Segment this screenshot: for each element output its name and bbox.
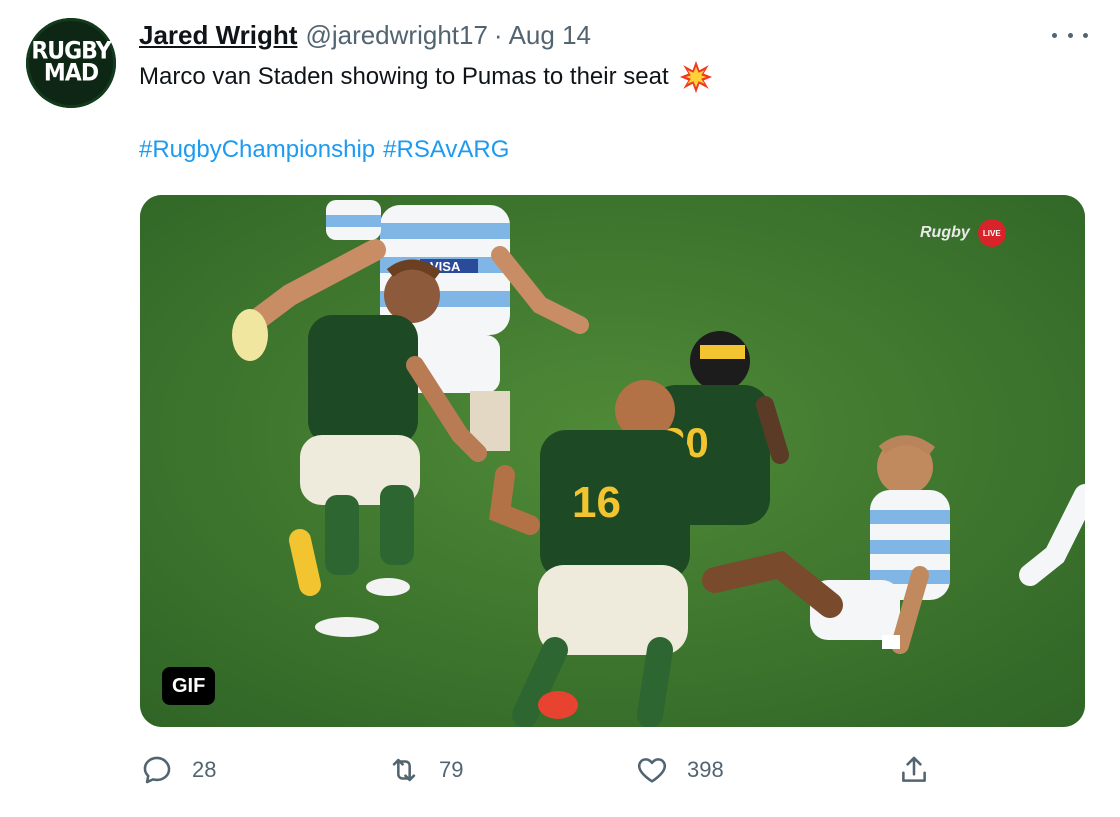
tweet-text-row: Marco van Staden showing to Pumas to the…: [139, 60, 713, 94]
share-button[interactable]: [897, 750, 931, 790]
watermark-text: Rugby: [920, 224, 970, 241]
separator-dot: ·: [493, 19, 503, 50]
tweet-header: Jared Wright @jaredwright17 · Aug 14: [139, 18, 591, 52]
author-name[interactable]: Jared Wright: [139, 20, 297, 51]
collision-icon: [679, 60, 712, 94]
hashtags: #RugbyChampionship #RSAvARG: [139, 136, 517, 164]
rugby-live-watermark: Rugby LIVE: [920, 219, 1006, 247]
more-options-icon[interactable]: [1052, 22, 1088, 48]
retweet-count: 79: [439, 757, 464, 782]
retweet-icon: [392, 758, 416, 782]
heart-icon: [637, 758, 667, 783]
gif-media[interactable]: VISA 16 Rugby LIVE GIF: [140, 195, 1085, 727]
hashtag-rugby-championship[interactable]: #RugbyChampionship: [139, 136, 375, 163]
avatar[interactable]: RUGBY MAD: [26, 18, 116, 108]
live-badge: LIVE: [977, 219, 1006, 247]
like-count: 398: [687, 757, 724, 782]
gif-badge: GIF: [162, 667, 216, 705]
share-icon: [902, 756, 926, 782]
svg-text:16: 16: [572, 478, 621, 527]
rugby-scene-image: VISA 16: [140, 195, 1085, 727]
hashtag-rsa-v-arg[interactable]: #RSAvARG: [383, 136, 509, 163]
avatar-text-bottom: MAD: [43, 59, 99, 88]
tweet-card[interactable]: RUGBY MAD Jared Wright @jaredwright17 · …: [0, 0, 1120, 817]
reply-icon: [143, 756, 171, 784]
tweet-text: Marco van Staden showing to Pumas to the…: [139, 63, 669, 90]
reply-button[interactable]: 28: [140, 750, 216, 790]
like-button[interactable]: 398: [635, 750, 724, 790]
tweet-date[interactable]: Aug 14: [509, 20, 591, 51]
reply-count: 28: [192, 757, 217, 782]
author-handle[interactable]: @jaredwright17: [305, 20, 487, 51]
tweet-actions: 28 79 398: [140, 750, 940, 790]
retweet-button[interactable]: 79: [387, 750, 463, 790]
